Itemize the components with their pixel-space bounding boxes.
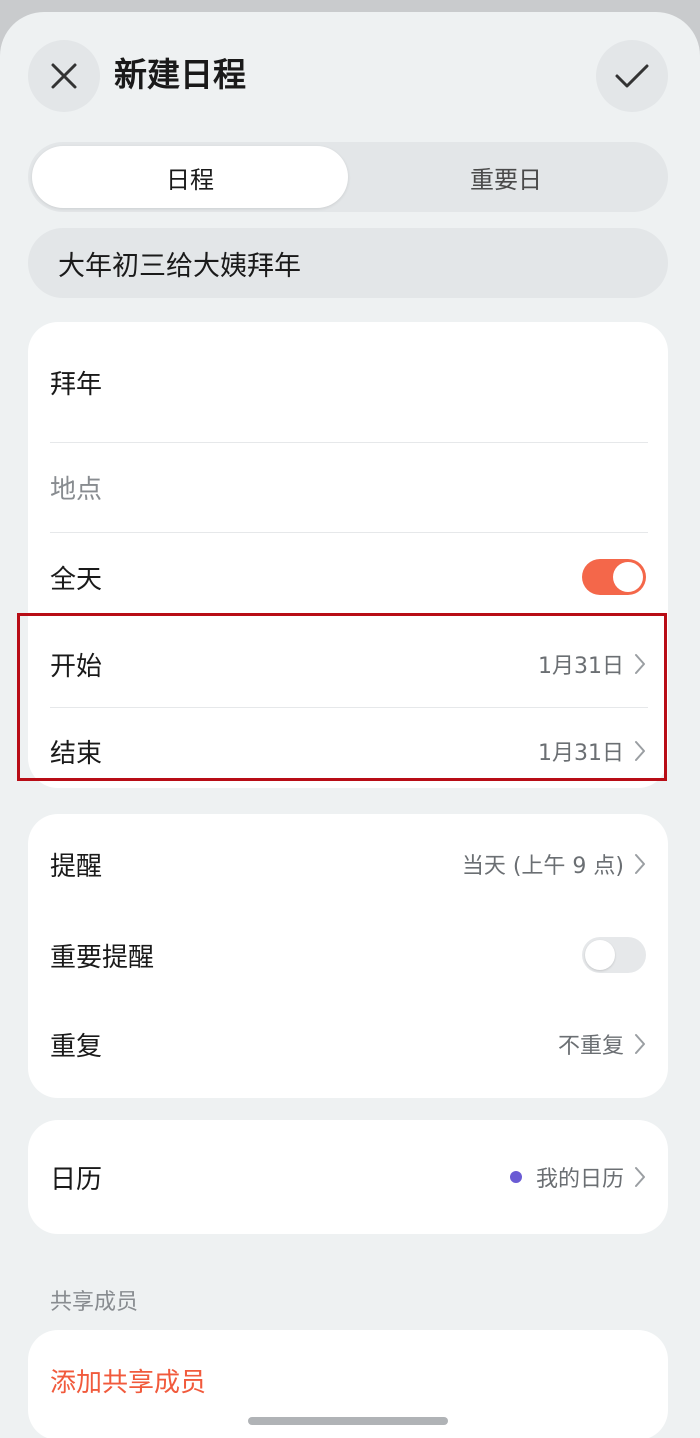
calendar-card: 日历 我的日历 — [28, 1120, 668, 1234]
header: 新建日程 — [0, 12, 700, 142]
chevron-right-icon — [634, 740, 646, 762]
calendar-row[interactable]: 日历 我的日历 — [28, 1120, 668, 1234]
end-date: 1月31日 — [538, 741, 624, 766]
reminder-card: 提醒 当天 (上午 9 点) 重要提醒 重复 不重复 — [28, 814, 668, 1098]
toggle-knob — [613, 562, 643, 592]
all-day-toggle[interactable] — [582, 559, 646, 595]
toggle-knob — [585, 940, 615, 970]
page-title: 新建日程 — [114, 55, 246, 94]
new-event-sheet: 新建日程 日程 重要日 大年初三给大姨拜年 拜年 地点 全天 开始 1月31日 — [0, 12, 700, 1438]
home-indicator — [248, 1417, 448, 1425]
start-date: 1月31日 — [538, 654, 624, 679]
tab-important-day[interactable]: 重要日 — [348, 146, 664, 208]
note-row[interactable]: 拜年 — [28, 322, 668, 442]
reminder-row[interactable]: 提醒 当天 (上午 9 点) — [28, 822, 668, 906]
reminder-label: 提醒 — [50, 851, 103, 882]
add-shared-member-button[interactable]: 添加共享成员 — [50, 1362, 206, 1399]
event-type-tabs: 日程 重要日 — [28, 142, 668, 212]
check-icon — [615, 64, 649, 88]
end-row[interactable]: 结束 1月31日 — [28, 708, 668, 794]
event-title-input[interactable]: 大年初三给大姨拜年 — [28, 228, 668, 298]
chevron-right-icon — [634, 853, 646, 875]
all-day-label: 全天 — [50, 564, 103, 595]
important-reminder-toggle[interactable] — [582, 937, 646, 973]
all-day-row: 全天 — [28, 533, 668, 621]
chevron-right-icon — [634, 1033, 646, 1055]
close-icon — [51, 63, 77, 89]
event-details-card: 拜年 地点 全天 开始 1月31日 结束 1月31日 — [28, 322, 668, 788]
tab-event[interactable]: 日程 — [32, 146, 348, 208]
important-reminder-label: 重要提醒 — [50, 942, 155, 973]
location-placeholder: 地点 — [50, 474, 103, 505]
repeat-label: 重复 — [50, 1031, 103, 1062]
note-text: 拜年 — [50, 369, 103, 400]
chevron-right-icon — [634, 1166, 646, 1188]
start-row[interactable]: 开始 1月31日 — [28, 621, 668, 707]
close-button[interactable] — [28, 40, 100, 112]
calendar-label: 日历 — [50, 1164, 103, 1195]
repeat-row[interactable]: 重复 不重复 — [28, 1002, 668, 1086]
end-label: 结束 — [50, 738, 103, 769]
calendar-color-dot — [509, 1171, 522, 1183]
chevron-right-icon — [634, 653, 646, 675]
add-shared-member-row[interactable]: 添加共享成员 — [28, 1330, 668, 1430]
location-row[interactable]: 地点 — [28, 443, 668, 531]
calendar-value: 我的日历 — [535, 1167, 624, 1192]
shared-members-section-label: 共享成员 — [50, 1290, 139, 1315]
repeat-value: 不重复 — [557, 1034, 624, 1059]
start-label: 开始 — [50, 651, 103, 682]
reminder-value: 当天 (上午 9 点) — [461, 854, 624, 879]
confirm-button[interactable] — [596, 40, 668, 112]
important-reminder-row: 重要提醒 — [28, 912, 668, 998]
